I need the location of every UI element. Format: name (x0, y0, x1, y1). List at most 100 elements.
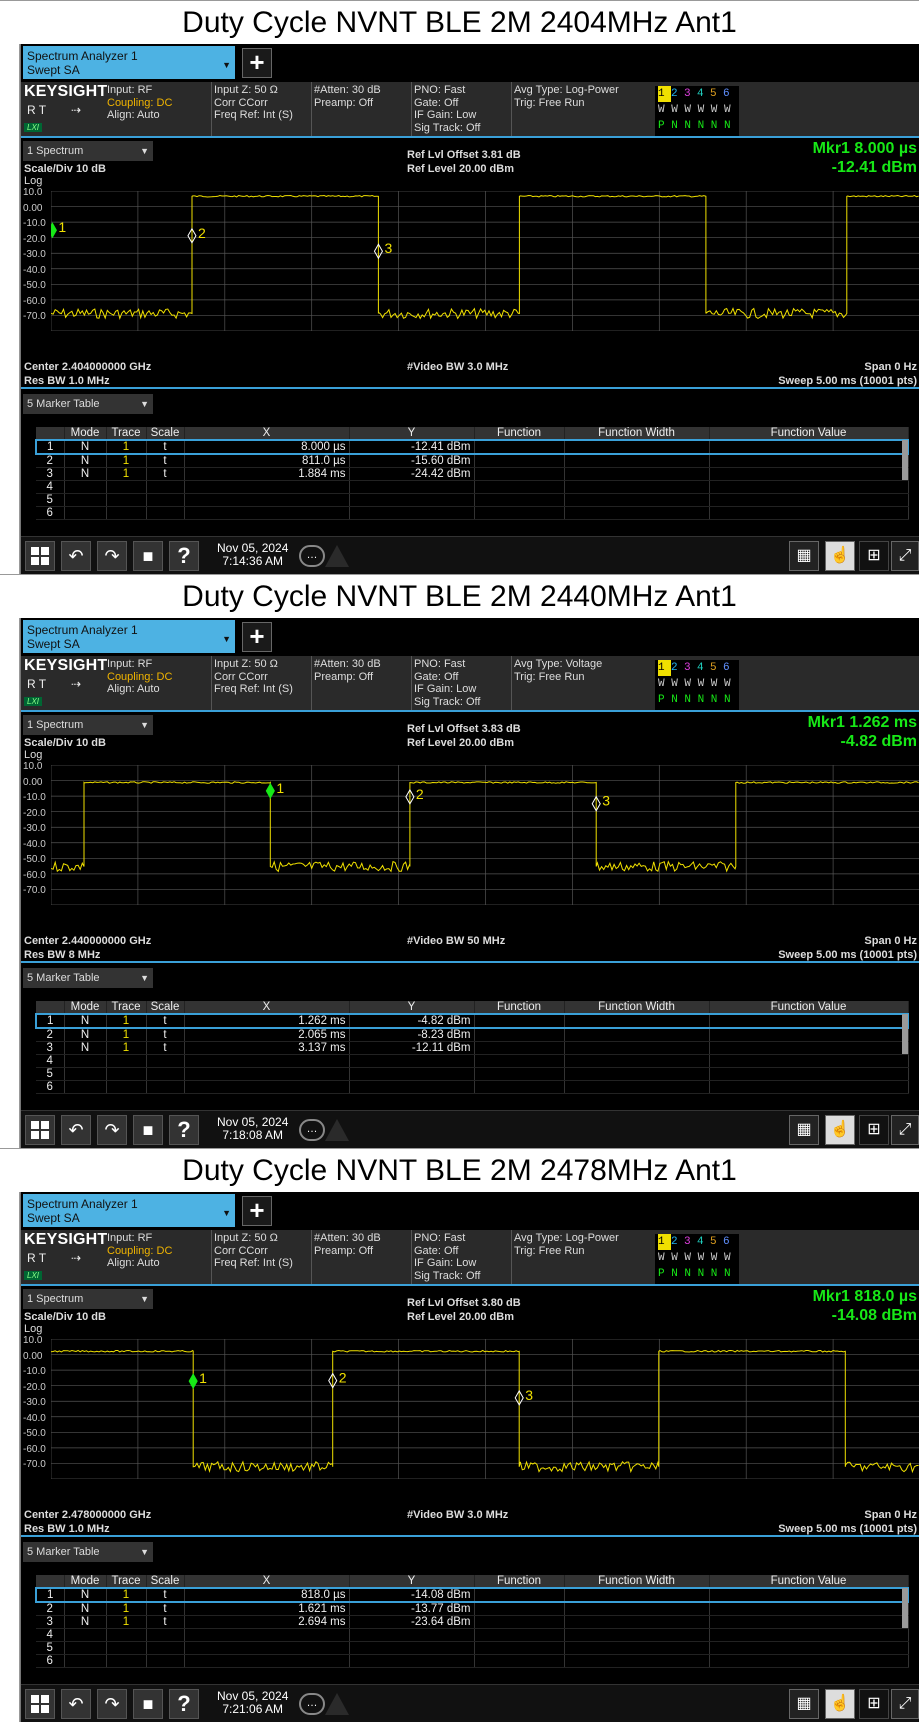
trace-status-box[interactable]: 123456 W W W W W W P N N N N N (655, 86, 739, 136)
avg-settings[interactable]: Avg Type: Log-Power Trig: Free Run (514, 84, 619, 109)
table-row[interactable]: 6 (36, 1080, 909, 1094)
window-selector[interactable]: 1 Spectrum ▼ (23, 141, 153, 161)
table-row[interactable]: 3 N 1 t 3.137 ms -12.11 dBm (36, 1041, 909, 1055)
marker-scale (146, 1080, 185, 1094)
marker-table-label: 5 Marker Table (27, 1546, 100, 1558)
help-button[interactable]: ? (169, 1689, 199, 1719)
file-button[interactable]: ■ (133, 541, 163, 571)
table-row[interactable]: 6 (36, 506, 909, 520)
trace-plot[interactable]: 1 2 3 (51, 1339, 919, 1479)
table-scrollbar[interactable] (902, 1014, 908, 1054)
marker-table-area[interactable]: 5 Marker Table ▼ Mode Trace Scale X Y Function… (21, 1539, 919, 1683)
file-button[interactable]: ■ (133, 1689, 163, 1719)
trace-status-box[interactable]: 123456 W W W W W W P N N N N N (655, 660, 739, 710)
table-row[interactable]: 4 (36, 480, 909, 494)
marker-table-selector[interactable]: 5 Marker Table ▼ (23, 394, 153, 414)
window-selector[interactable]: 1 Spectrum ▼ (23, 715, 153, 735)
trace-plot[interactable]: 1 2 3 (51, 765, 919, 905)
avg-settings[interactable]: Avg Type: Voltage Trig: Free Run (514, 658, 602, 683)
file-button[interactable]: ■ (133, 1115, 163, 1145)
input-z-settings[interactable]: Input Z: 50 Ω Corr CCorr Freq Ref: Int (… (214, 658, 293, 696)
message-button[interactable]: … (299, 1119, 325, 1141)
table-row[interactable]: 2 N 1 t 2.065 ms -8.23 dBm (36, 1028, 909, 1042)
table-row[interactable]: 1 N 1 t 1.262 ms -4.82 dBm (35, 1013, 909, 1029)
help-button[interactable]: ? (169, 541, 199, 571)
input-settings[interactable]: Input: RF Coupling: DC Align: Auto (107, 84, 172, 122)
table-row[interactable]: 4 (36, 1054, 909, 1068)
fullscreen-button[interactable]: ⤢ (891, 1115, 919, 1145)
pno-settings[interactable]: PNO: Fast Gate: Off IF Gain: Low Sig Tra… (414, 658, 480, 708)
touch-button[interactable]: ☝ (825, 1689, 855, 1719)
fullscreen-button[interactable]: ⤢ (891, 1689, 919, 1719)
input-z-settings[interactable]: Input Z: 50 Ω Corr CCorr Freq Ref: Int (… (214, 1232, 293, 1270)
add-screen-button[interactable]: + (242, 48, 272, 78)
marker-table-area[interactable]: 5 Marker Table ▼ Mode Trace Scale X Y Function… (21, 391, 919, 535)
table-row[interactable]: 3 N 1 t 2.694 ms -23.64 dBm (36, 1615, 909, 1629)
redo-button[interactable]: ↷ (97, 541, 127, 571)
atten-settings[interactable]: #Atten: 30 dB Preamp: Off (314, 84, 381, 109)
graph-area[interactable]: 1 Spectrum ▼ Scale/Div 10 dB Ref Lvl Offs… (21, 1286, 919, 1537)
marker-table[interactable]: Mode Trace Scale X Y Function Function Width Fu… (35, 1575, 909, 1668)
avg-settings[interactable]: Avg Type: Log-Power Trig: Free Run (514, 1232, 619, 1257)
table-row[interactable]: 5 (36, 1067, 909, 1081)
trace-status-box[interactable]: 123456 W W W W W W P N N N N N (655, 1234, 739, 1284)
multi-window-button[interactable]: ⊞ (859, 1689, 889, 1719)
marker-table[interactable]: Mode Trace Scale X Y Function Function Width Fu… (35, 427, 909, 520)
windows-start-button[interactable] (25, 1115, 55, 1145)
fullscreen-button[interactable]: ⤢ (891, 541, 919, 571)
layout-button[interactable]: ▦ (789, 1115, 819, 1145)
graph-area[interactable]: 1 Spectrum ▼ Scale/Div 10 dB Ref Lvl Offs… (21, 138, 919, 389)
touch-button[interactable]: ☝ (825, 1115, 855, 1145)
touch-button[interactable]: ☝ (825, 541, 855, 571)
atten-settings[interactable]: #Atten: 30 dB Preamp: Off (314, 1232, 381, 1257)
marker-table-selector[interactable]: 5 Marker Table ▼ (23, 1542, 153, 1562)
table-row[interactable]: 1 N 1 t 8.000 µs -12.41 dBm (35, 439, 909, 455)
layout-button[interactable]: ▦ (789, 541, 819, 571)
message-button[interactable]: … (299, 1693, 325, 1715)
add-screen-button[interactable]: + (242, 1196, 272, 1226)
trace-plot[interactable]: 1 2 3 (51, 191, 919, 331)
atten-settings[interactable]: #Atten: 30 dB Preamp: Off (314, 658, 381, 683)
analyzer-tab[interactable]: Spectrum Analyzer 1 Swept SA ▼ (23, 620, 235, 653)
redo-button[interactable]: ↷ (97, 1115, 127, 1145)
analyzer-tab[interactable]: Spectrum Analyzer 1 Swept SA ▼ (23, 1194, 235, 1227)
table-row[interactable]: 5 (36, 1641, 909, 1655)
layout-button[interactable]: ▦ (789, 1689, 819, 1719)
table-row[interactable]: 2 N 1 t 1.621 ms -13.77 dBm (36, 1602, 909, 1616)
undo-button[interactable]: ↶ (61, 1115, 91, 1145)
settings-bar[interactable]: KEYSIGHT R T ⇢ LXI Input: RF Coupling: D… (21, 1230, 919, 1286)
settings-bar[interactable]: KEYSIGHT R T ⇢ LXI Input: RF Coupling: D… (21, 656, 919, 712)
analyzer-tab[interactable]: Spectrum Analyzer 1 Swept SA ▼ (23, 46, 235, 79)
marker-table[interactable]: Mode Trace Scale X Y Function Function Width Fu… (35, 1001, 909, 1094)
windows-start-button[interactable] (25, 1689, 55, 1719)
message-button[interactable]: … (299, 545, 325, 567)
graph-area[interactable]: 1 Spectrum ▼ Scale/Div 10 dB Ref Lvl Offs… (21, 712, 919, 963)
table-row[interactable]: 2 N 1 t 811.0 µs -15.60 dBm (36, 454, 909, 468)
table-row[interactable]: 1 N 1 t 818.0 µs -14.08 dBm (35, 1587, 909, 1603)
table-row[interactable]: 5 (36, 493, 909, 507)
marker-table-area[interactable]: 5 Marker Table ▼ Mode Trace Scale X Y Function… (21, 965, 919, 1109)
multi-window-button[interactable]: ⊞ (859, 1115, 889, 1145)
windows-start-button[interactable] (25, 541, 55, 571)
table-scrollbar[interactable] (902, 1588, 908, 1628)
help-button[interactable]: ? (169, 1115, 199, 1145)
undo-button[interactable]: ↶ (61, 1689, 91, 1719)
marker-table-selector[interactable]: 5 Marker Table ▼ (23, 968, 153, 988)
input-z-settings[interactable]: Input Z: 50 Ω Corr CCorr Freq Ref: Int (… (214, 84, 293, 122)
input-settings[interactable]: Input: RF Coupling: DC Align: Auto (107, 1232, 172, 1270)
settings-bar[interactable]: KEYSIGHT R T ⇢ LXI Input: RF Coupling: D… (21, 82, 919, 138)
multi-window-button[interactable]: ⊞ (859, 541, 889, 571)
pno-settings[interactable]: PNO: Fast Gate: Off IF Gain: Low Sig Tra… (414, 1232, 480, 1282)
pno-settings[interactable]: PNO: Fast Gate: Off IF Gain: Low Sig Tra… (414, 84, 480, 134)
window-selector[interactable]: 1 Spectrum ▼ (23, 1289, 153, 1309)
table-row[interactable]: 3 N 1 t 1.884 ms -24.42 dBm (36, 467, 909, 481)
undo-button[interactable]: ↶ (61, 541, 91, 571)
y-tick-label: -20.0 (23, 233, 46, 245)
redo-button[interactable]: ↷ (97, 1689, 127, 1719)
table-row[interactable]: 4 (36, 1628, 909, 1642)
table-scrollbar[interactable] (902, 440, 908, 480)
table-row[interactable]: 6 (36, 1654, 909, 1668)
add-screen-button[interactable]: + (242, 622, 272, 652)
input-settings[interactable]: Input: RF Coupling: DC Align: Auto (107, 658, 172, 696)
marker-function-width (564, 1587, 710, 1603)
